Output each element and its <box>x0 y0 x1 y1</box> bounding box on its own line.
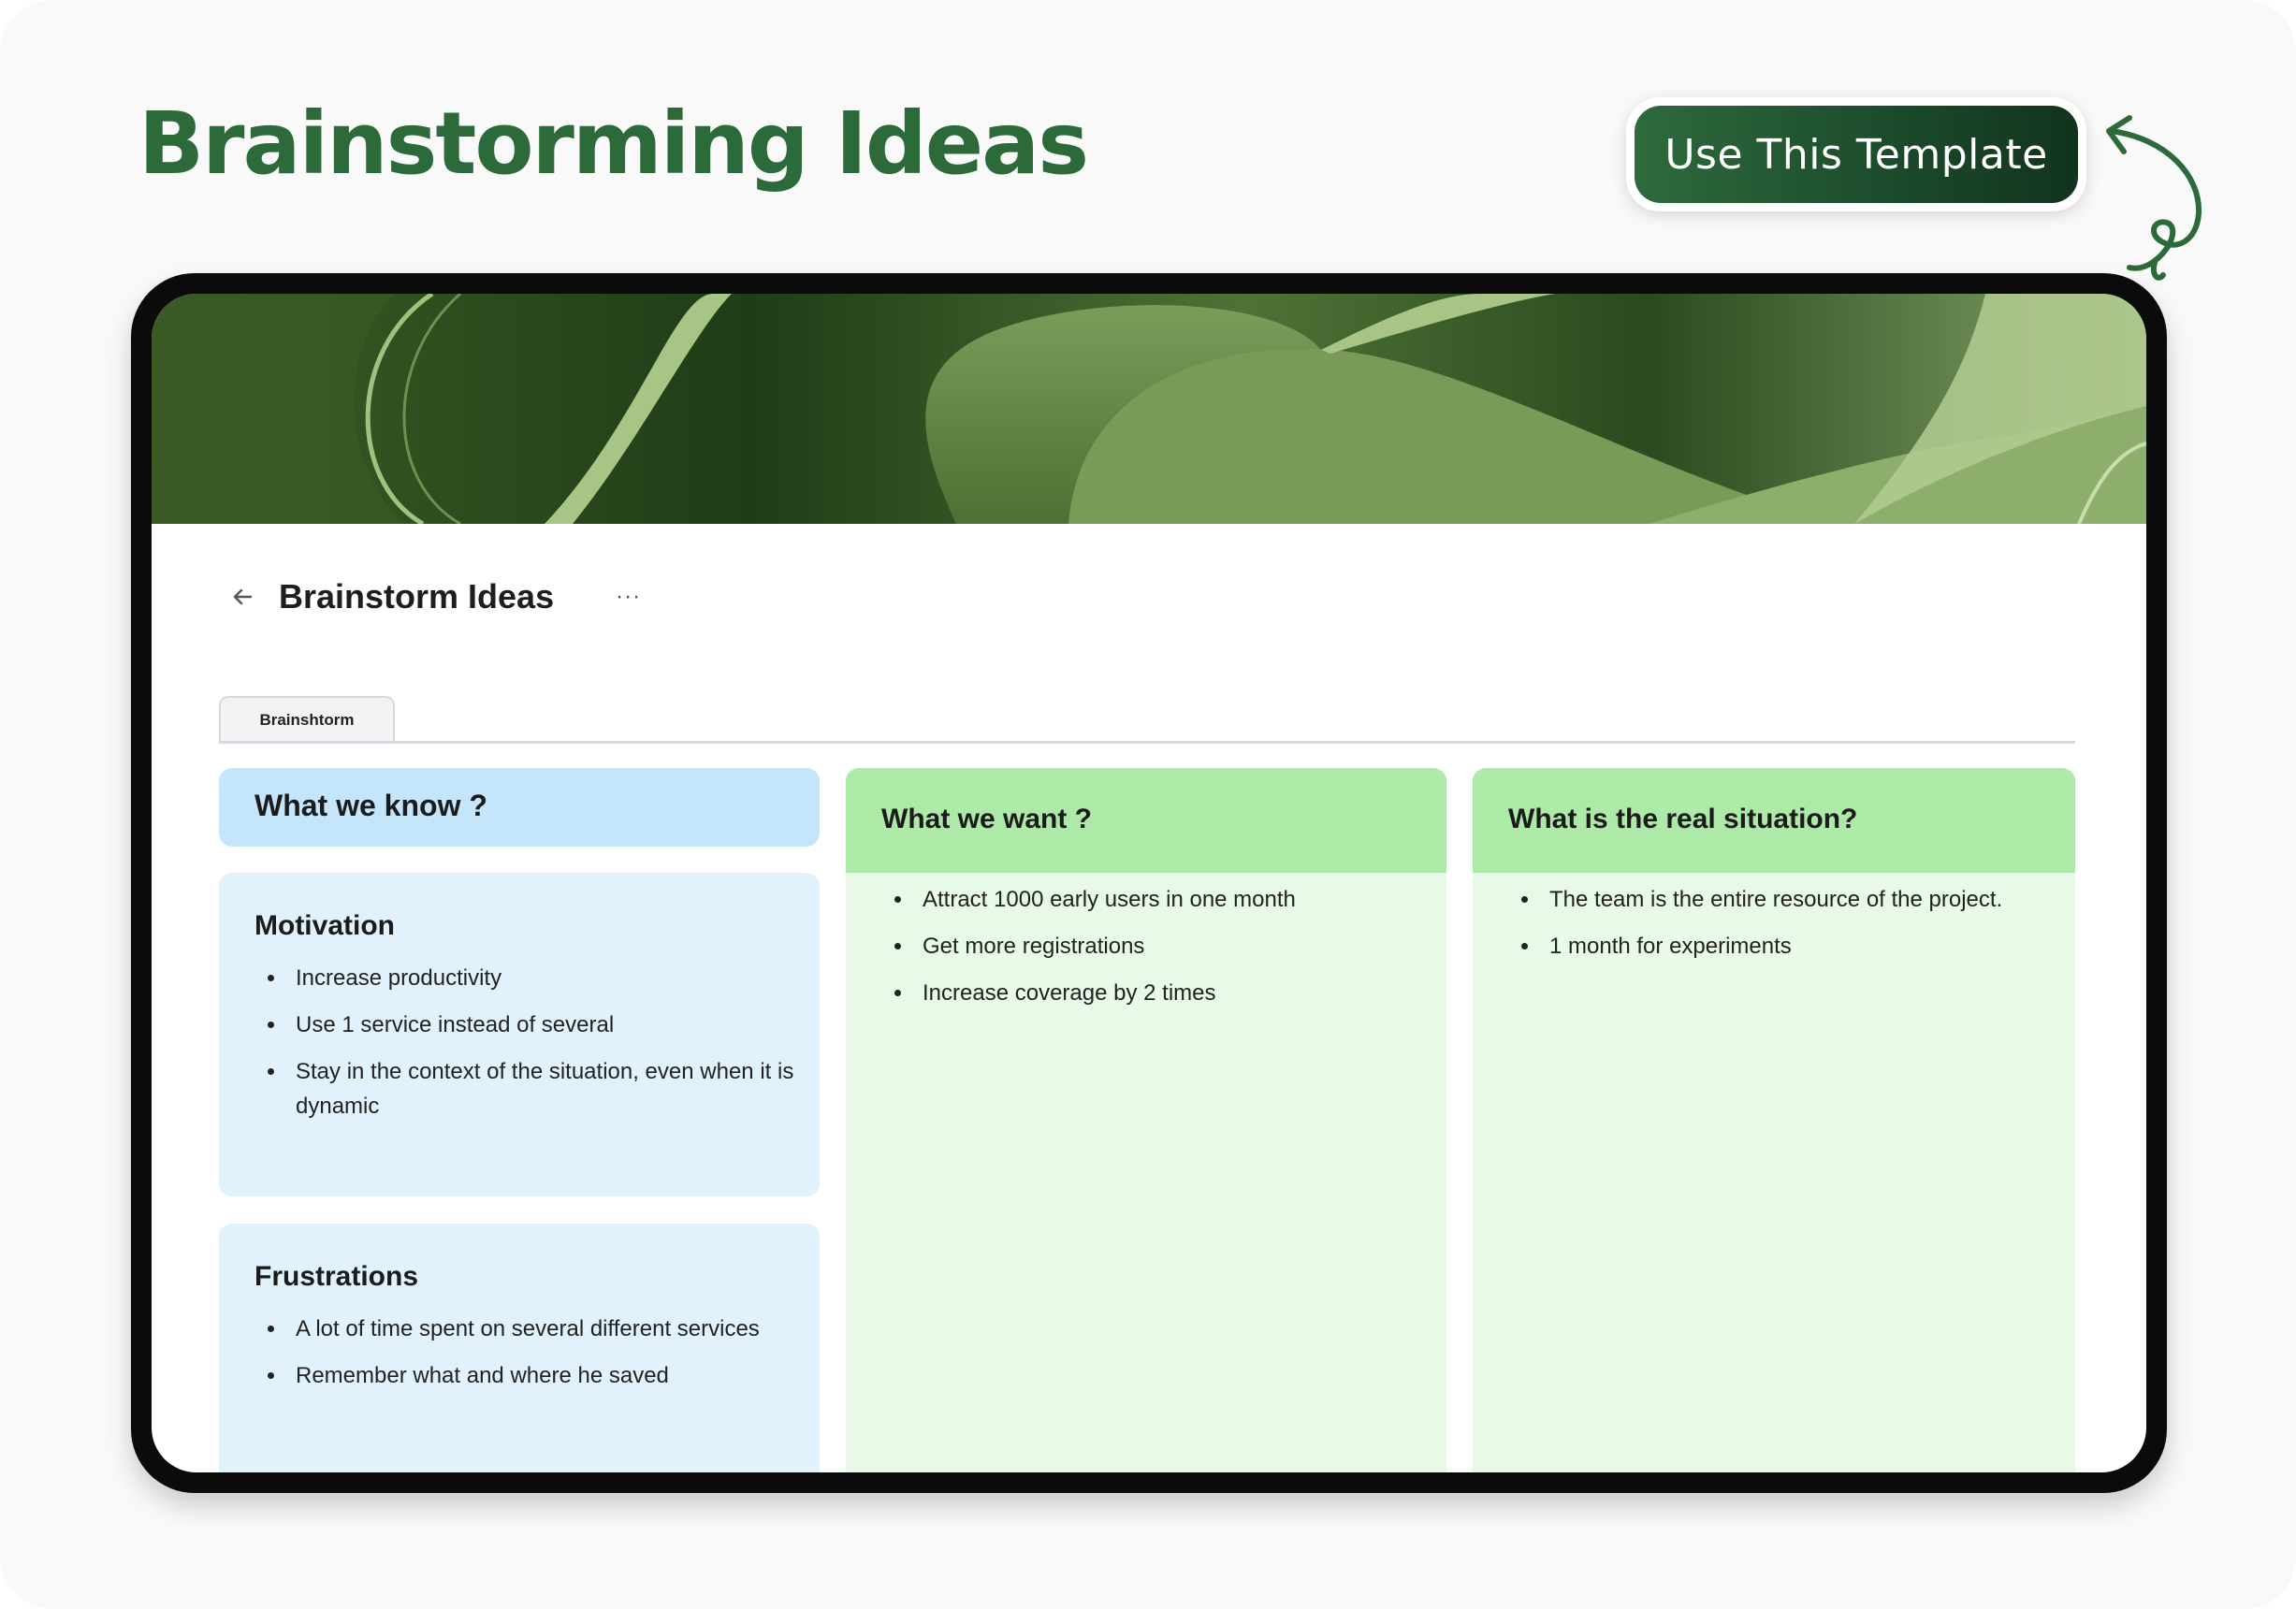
situation-list: The team is the entire resource of the p… <box>1508 882 2060 976</box>
motivation-card: Motivation Increase productivity Use 1 s… <box>219 873 820 1196</box>
list-item: Get more registrations <box>881 929 1424 964</box>
tab-divider <box>219 741 2075 744</box>
list-item: The team is the entire resource of the p… <box>1508 882 2060 917</box>
use-template-button[interactable]: Use This Template <box>1635 106 2078 203</box>
app-screen: Brainstorm Ideas ··· Brainshtorm What we… <box>152 294 2146 1472</box>
tab-brainshtorm[interactable]: Brainshtorm <box>219 696 395 743</box>
use-template-button-frame[interactable]: Use This Template <box>1626 97 2086 211</box>
situation-column: What is the real situation? The team is … <box>1473 768 2075 1472</box>
list-item: A lot of time spent on several different… <box>254 1312 797 1346</box>
template-preview-canvas: Brainstorming Ideas Use This Template Br… <box>0 0 2296 1609</box>
motivation-list: Increase productivity Use 1 service inst… <box>254 961 797 1136</box>
frustrations-list: A lot of time spent on several different… <box>254 1312 797 1405</box>
list-item: Use 1 service instead of several <box>254 1007 797 1042</box>
frustrations-card: Frustrations A lot of time spent on seve… <box>219 1224 820 1472</box>
list-item: 1 month for experiments <box>1508 929 2060 964</box>
situation-column-title: What is the real situation? <box>1508 804 1858 834</box>
list-item: Remember what and where he saved <box>254 1358 797 1393</box>
list-item: Increase coverage by 2 times <box>881 976 1424 1010</box>
know-column-title: What we know ? <box>254 789 487 822</box>
want-column: What we want ? Attract 1000 early users … <box>846 768 1446 1472</box>
more-options-icon[interactable]: ··· <box>616 586 641 608</box>
frustrations-card-title: Frustrations <box>254 1261 419 1292</box>
curly-arrow-icon <box>2106 115 2202 281</box>
want-column-title: What we want ? <box>881 804 1092 834</box>
page-title: Brainstorm Ideas <box>279 577 555 616</box>
tablet-frame: Brainstorm Ideas ··· Brainshtorm What we… <box>131 273 2167 1493</box>
list-item: Increase productivity <box>254 961 797 995</box>
page-header: Brainstorm Ideas ··· <box>230 569 641 625</box>
back-arrow-icon[interactable] <box>230 584 256 610</box>
motivation-card-title: Motivation <box>254 910 395 941</box>
want-list: Attract 1000 early users in one month Ge… <box>881 882 1424 1022</box>
list-item: Attract 1000 early users in one month <box>881 882 1424 917</box>
template-title: Brainstorming Ideas <box>138 94 1089 194</box>
know-column-header: What we know ? <box>219 768 820 847</box>
cover-image <box>152 294 2146 524</box>
list-item: Stay in the context of the situation, ev… <box>254 1054 797 1123</box>
